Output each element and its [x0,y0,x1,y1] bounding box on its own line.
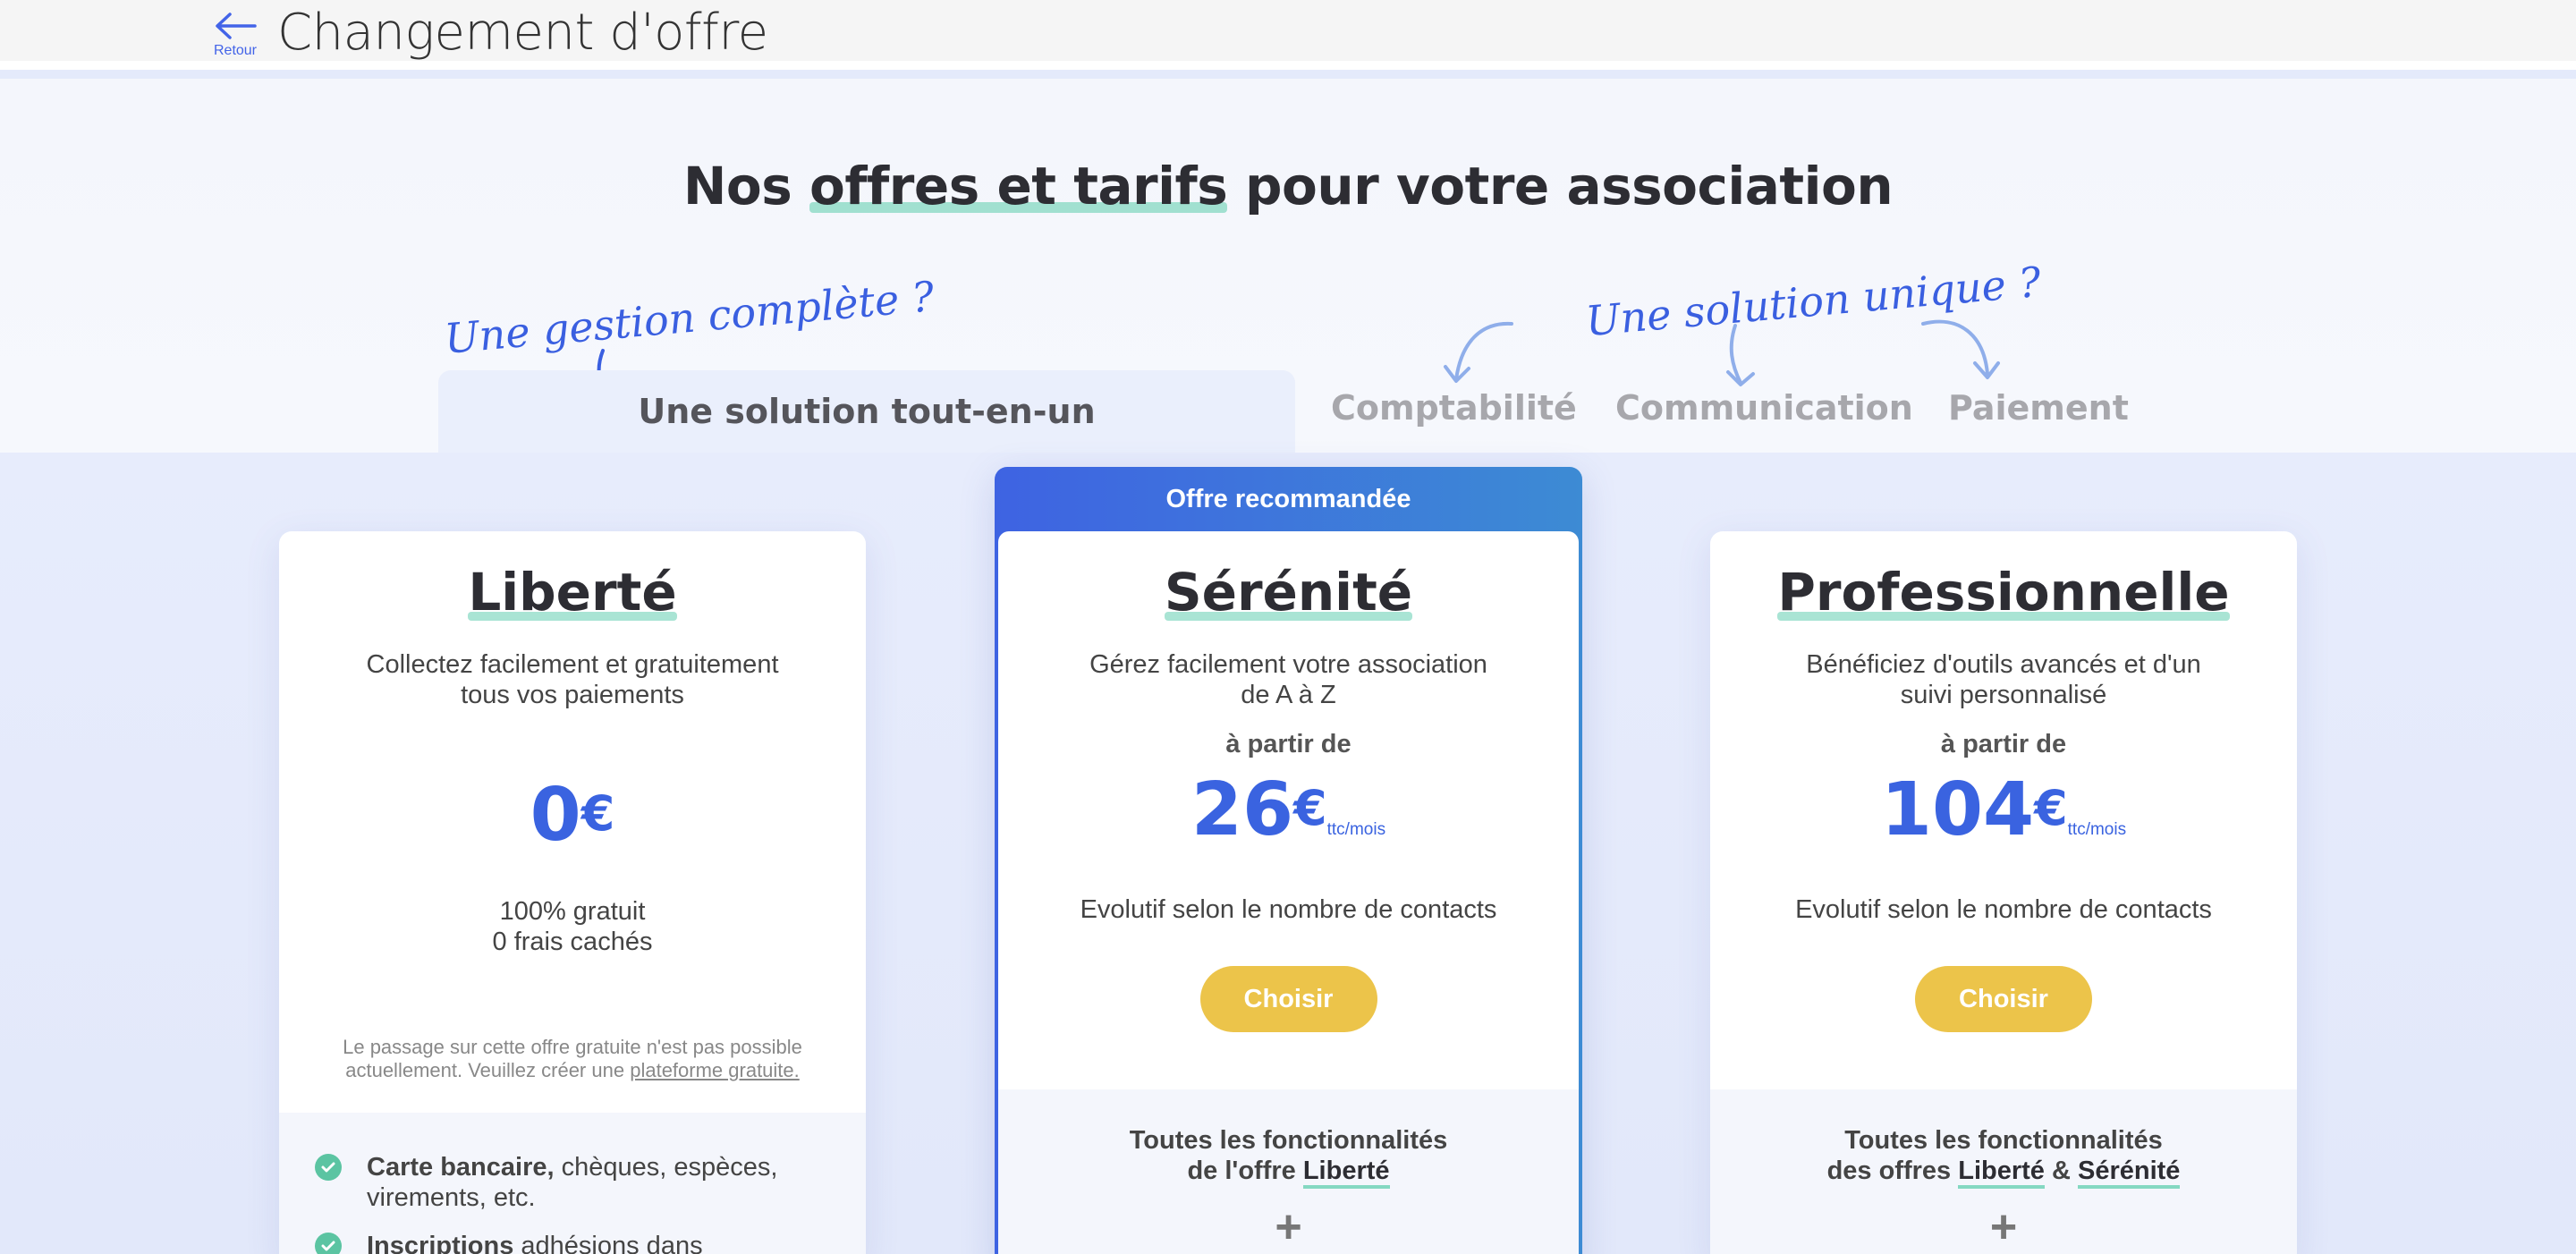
plan-note-line: 0 frais cachés [492,928,653,956]
currency-symbol: € [580,785,615,842]
features-area: Toutes les fonctionnalités de l'offre Li… [998,1089,1579,1254]
plan-card-liberte: Liberté Collectez facilement et gratuite… [279,531,866,1254]
plan-price: 0€ [279,771,866,860]
feature-bold: Carte bancaire, [367,1153,555,1182]
plan-description-line: tous vos paiements [461,681,684,709]
feature-text: Carte bancaire, chèques, espèces, vireme… [367,1152,777,1213]
plan-description: Gérez facilement votre association de A … [1034,649,1543,710]
plan-disclaimer: Le passage sur cette offre gratuite n'es… [315,1036,830,1082]
check-icon [315,1233,342,1254]
plan-name-text: Sérénité [1164,562,1413,623]
plan-name-text: Liberté [468,562,678,623]
disclaimer-line: actuellement. Veuillez créer une platefo… [315,1059,830,1082]
tab-paiement[interactable]: Paiement [1948,388,2129,428]
back-label: Retour [213,43,258,58]
plan-note: Evolutif selon le nombre de contacts [1795,895,2212,924]
page-title: Changement d'offre [277,4,768,62]
curved-arrow-icon [1921,319,2000,379]
choose-serenite-button[interactable]: Choisir [1199,966,1377,1032]
plan-card-body: Sérénité Gérez facilement votre associat… [998,531,1579,1254]
disclaimer-text: actuellement. Veuillez créer une [345,1059,625,1081]
plan-description: Collectez facilement et gratuitement tou… [315,649,830,710]
currency-symbol: € [2034,780,2068,836]
script-annotation-left: Une gestion complète ? [442,272,936,363]
plan-card-professionnelle: Professionnelle Bénéficiez d'outils avan… [1710,531,2297,1254]
features-title: Toutes les fonctionnalités des offres Li… [1710,1125,2297,1189]
arrow-left-icon [216,13,257,39]
feature-rest: chèques, espèces, [554,1153,778,1182]
plan-card-serenite: Offre recommandée Sérénité Gérez facilem… [995,467,1582,1254]
features-title-prefix: des offres [1826,1157,1959,1185]
features-title-plan: Liberté [1958,1157,2045,1189]
features-title: Toutes les fonctionnalités de l'offre Li… [998,1125,1579,1189]
back-button[interactable]: Retour [208,11,263,64]
tab-comptabilite[interactable]: Comptabilité [1331,388,1577,428]
curved-arrow-icon [1444,321,1513,383]
hero-title: Nos offres et tarifs pour votre associat… [0,156,2576,216]
free-platform-link[interactable]: plateforme gratuite. [630,1059,800,1081]
price-value: 0 [530,773,581,858]
features-title-prefix: de l'offre [1187,1157,1303,1185]
plan-note-line: 100% gratuit [499,897,646,926]
plan-name: Sérénité [998,562,1579,623]
plan-description: Bénéficiez d'outils avancés et d'un suiv… [1746,649,2261,710]
plan-price: 104€ttc/mois [1710,766,2297,875]
price-value: 104 [1880,767,2035,852]
price-prefix: à partir de [1940,730,2067,758]
feature-bold: Inscriptions [367,1232,514,1254]
tab-all-in-one[interactable]: Une solution tout-en-un [438,370,1295,453]
price-value: 26 [1191,767,1294,852]
choose-professionnelle-button[interactable]: Choisir [1915,966,2092,1032]
tab-communication[interactable]: Communication [1615,388,1913,428]
features-title-line: des offres Liberté & Sérénité [1710,1156,2297,1189]
price-unit: ttc/mois [2067,820,2127,839]
plan-name: Liberté [279,562,866,623]
feature-text: Inscriptions adhésions dans [367,1231,703,1254]
curved-arrow-icon [1726,324,1755,386]
features-title-line: Toutes les fonctionnalités [1129,1126,1448,1155]
plus-icon: + [1275,1201,1302,1253]
plan-name: Professionnelle [1710,562,2297,623]
features-area: Toutes les fonctionnalités des offres Li… [1710,1089,2297,1254]
plan-description-line: suivi personnalisé [1900,681,2107,709]
price-prefix: à partir de [1225,730,1352,758]
top-bar: Retour Changement d'offre [0,0,2576,70]
price-unit: ttc/mois [1326,820,1386,839]
plan-description-line: Bénéficiez d'outils avancés et d'un [1806,650,2201,679]
feature-rest: adhésions dans [513,1232,703,1254]
hero-title-end: pour votre association [1245,156,1894,216]
plan-note: Evolutif selon le nombre de contacts [1080,895,1497,924]
tab-all-in-one-label: Une solution tout-en-un [638,392,1096,431]
feature-item: Carte bancaire, chèques, espèces, vireme… [315,1152,830,1213]
disclaimer-line: Le passage sur cette offre gratuite n'es… [343,1036,802,1058]
features-title-line: de l'offre Liberté [998,1156,1579,1189]
features-title-line: Toutes les fonctionnalités [1844,1126,2163,1155]
plan-note: 100% gratuit 0 frais cachés [315,896,830,957]
check-icon [315,1154,342,1181]
currency-symbol: € [1293,780,1327,836]
plan-price: 26€ttc/mois [998,766,1579,875]
feature-item: Inscriptions adhésions dans [315,1231,830,1254]
plan-name-text: Professionnelle [1777,562,2230,623]
feature-line2: virements, etc. [367,1183,536,1212]
recommended-badge: Offre recommandée [1165,484,1411,513]
plan-description-line: Gérez facilement votre association [1089,650,1487,679]
features-area: Carte bancaire, chèques, espèces, vireme… [279,1113,866,1254]
features-title-sep: & [2044,1157,2078,1185]
plan-description-line: Collectez facilement et gratuitement [366,650,779,679]
hero-title-start: Nos [682,156,792,216]
plan-description-line: de A à Z [1241,681,1336,709]
features-title-plan: Liberté [1302,1157,1390,1189]
hero-title-highlight: offres et tarifs [809,156,1228,216]
features-title-plan: Sérénité [2077,1157,2181,1189]
plus-icon: + [1989,1201,2018,1253]
